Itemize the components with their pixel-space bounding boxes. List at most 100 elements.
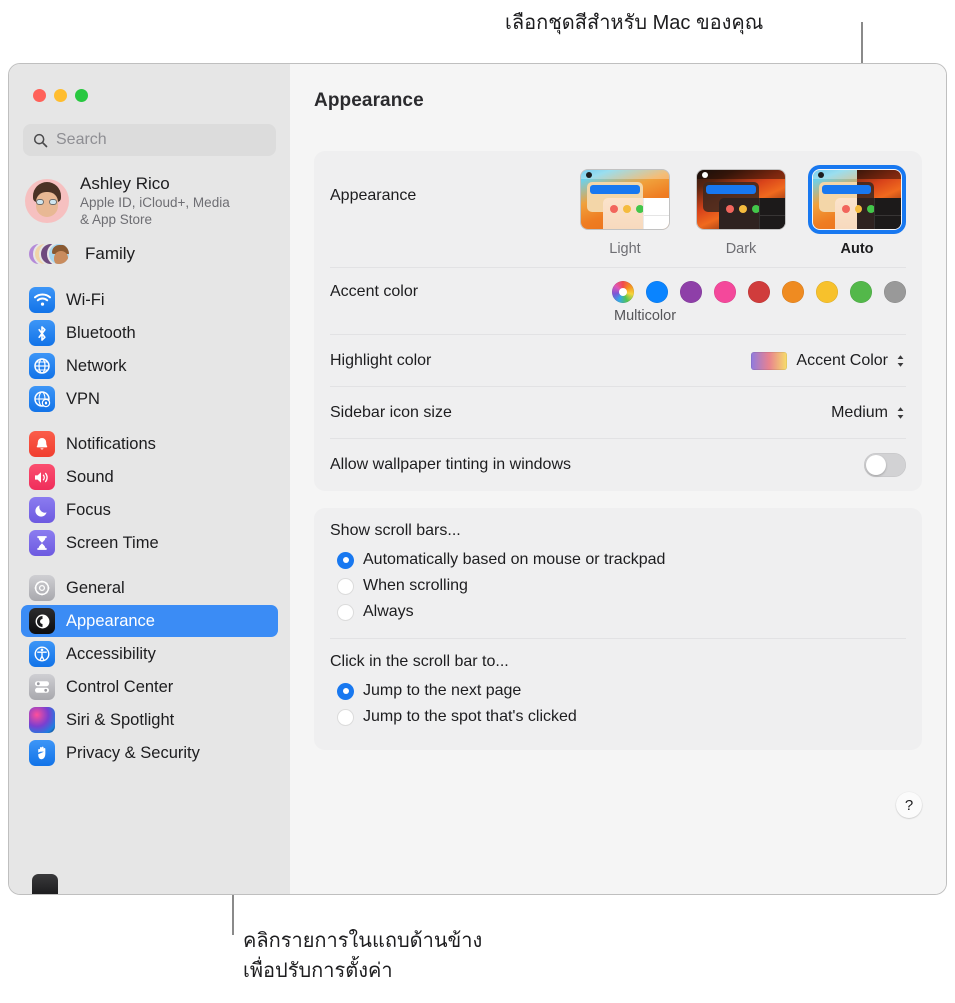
chevron-updown-icon [895,405,906,421]
siri-orb-icon [29,707,55,733]
sidebar-item-appearance[interactable]: Appearance [21,605,278,637]
close-window-button[interactable] [33,89,46,102]
sidebar-item-label: Wi-Fi [66,290,105,309]
accent-swatch-green[interactable] [850,281,872,303]
sidebar-item-label: Screen Time [66,533,159,552]
theme-thumbnail-dark [696,169,786,230]
radio-button [337,603,354,621]
appearance-theme-row: Appearance Light Dark Auto [330,151,906,268]
sidebar-item-label: Network [66,356,127,375]
highlight-color-row: Highlight color Accent Color [330,335,906,387]
radio-label: When scrolling [363,577,468,594]
radio-button [337,551,354,569]
sidebar-item-network[interactable]: Network [21,350,278,382]
hourglass-icon [29,530,55,556]
highlight-color-swatch [751,351,788,370]
theme-option-dark[interactable]: Dark [692,165,790,257]
appearance-row-label: Appearance [330,187,417,204]
search-placeholder: Search [56,131,107,148]
search-field[interactable]: Search [23,124,276,156]
sidebar-group-system-alerts: Notifications Sound Focus Screen Time [19,428,280,559]
show-scroll-bars-section: Show scroll bars... Automatically based … [330,508,906,639]
accent-swatch-blue[interactable] [646,281,668,303]
family-label: Family [85,244,136,263]
sidebar-item-accessibility[interactable]: Accessibility [21,638,278,670]
wallpaper-tinting-toggle[interactable] [864,453,906,477]
hand-privacy-icon [29,740,55,766]
sidebar-item-label: Siri & Spotlight [66,710,175,729]
sidebar-item-wi-fi[interactable]: Wi-Fi [21,284,278,316]
maximize-window-button[interactable] [75,89,88,102]
highlight-row-label: Highlight color [330,351,432,369]
sidebar-item-focus[interactable]: Focus [21,494,278,526]
radio-button [337,577,354,595]
accent-swatches [612,281,906,303]
accent-selected-name: Multicolor [614,308,677,324]
toggle-knob [866,455,886,475]
highlight-color-popup[interactable]: Accent Color [751,351,906,370]
radio-jump-to-spot[interactable]: Jump to the spot that's clicked [330,704,906,730]
sidebar-item-general[interactable]: General [21,572,278,604]
radio-scrollbars-always[interactable]: Always [330,599,906,625]
wallpaper-tinting-label: Allow wallpaper tinting in windows [330,456,572,473]
sidebar-item-vpn[interactable]: VPN [21,383,278,415]
system-settings-window: Search Ashley Rico Apple ID, iCloud+, Me… [8,63,947,895]
accent-swatch-graphite[interactable] [884,281,906,303]
screenshot-root: เลือกชุดสีสำหรับ Mac ของคุณ คลิกรายการใน… [0,0,955,1003]
accent-swatch-orange[interactable] [782,281,804,303]
accent-swatch-multicolor[interactable] [612,281,634,303]
theme-option-auto[interactable]: Auto [808,165,906,257]
sidebar-item-screen-time[interactable]: Screen Time [21,527,278,559]
sidebar: Search Ashley Rico Apple ID, iCloud+, Me… [9,64,290,894]
page-title: Appearance [314,90,424,111]
click-scroll-bar-section: Click in the scroll bar to... Jump to th… [330,639,906,746]
radio-jump-next-page[interactable]: Jump to the next page [330,678,906,704]
sidebar-item-control-center[interactable]: Control Center [21,671,278,703]
show-scroll-bars-title: Show scroll bars... [330,522,461,539]
wallpaper-tinting-row: Allow wallpaper tinting in windows [330,439,906,491]
sidebar-item-sound[interactable]: Sound [21,461,278,493]
family-avatars-icon [27,240,73,268]
sidebar-icon-size-label: Sidebar icon size [330,403,452,421]
sidebar-group-system-prefs: General Appearance Accessibility Control… [19,572,280,769]
sidebar-item-label: Control Center [66,677,174,696]
moon-icon [29,497,55,523]
radio-scrollbars-when-scrolling[interactable]: When scrolling [330,573,906,599]
sidebar-item-bluetooth[interactable]: Bluetooth [21,317,278,349]
appearance-settings-card: Appearance Light Dark Auto Accent color … [314,151,922,491]
theme-option-light[interactable]: Light [576,165,674,257]
radio-label: Jump to the spot that's clicked [363,708,577,725]
sidebar-bottom-cutoff [9,860,290,894]
desktop-and-dock-icon-partial[interactable] [32,874,58,894]
wifi-icon [29,287,55,313]
sidebar-item-privacy-and-security[interactable]: Privacy & Security [21,737,278,769]
theme-thumbnail-light [580,169,670,230]
accent-swatch-purple[interactable] [680,281,702,303]
sidebar-item-siri-and-spotlight[interactable]: Siri & Spotlight [21,704,278,736]
radio-scrollbars-automatic[interactable]: Automatically based on mouse or trackpad [330,547,906,573]
sidebar-icon-size-popup[interactable]: Medium [831,404,906,422]
accent-swatch-pink[interactable] [714,281,736,303]
theme-label: Auto [840,241,874,257]
auto-dark-half [857,170,901,229]
accent-swatch-yellow[interactable] [816,281,838,303]
theme-label: Light [609,241,641,257]
radio-label: Automatically based on mouse or trackpad [363,551,666,568]
sidebar-item-family[interactable]: Family [25,237,276,271]
radio-button [337,708,354,726]
sidebar-group-network: Wi-Fi Bluetooth Network VPN [19,284,280,415]
help-button[interactable]: ? [896,792,922,818]
sidebar-item-label: Focus [66,500,111,519]
accent-row-label: Accent color [330,283,419,300]
account-subtitle: Apple ID, iCloud+, Media & App Store [80,195,230,227]
minimize-window-button[interactable] [54,89,67,102]
accent-swatch-red[interactable] [748,281,770,303]
radio-button [337,682,354,700]
sidebar-item-notifications[interactable]: Notifications [21,428,278,460]
avatar [25,178,69,223]
speaker-icon [29,464,55,490]
sidebar-item-label: Privacy & Security [66,743,200,762]
search-icon [33,133,48,148]
sidebar-item-label: Appearance [66,611,155,630]
apple-id-account-row[interactable]: Ashley Rico Apple ID, iCloud+, Media & A… [25,173,276,228]
